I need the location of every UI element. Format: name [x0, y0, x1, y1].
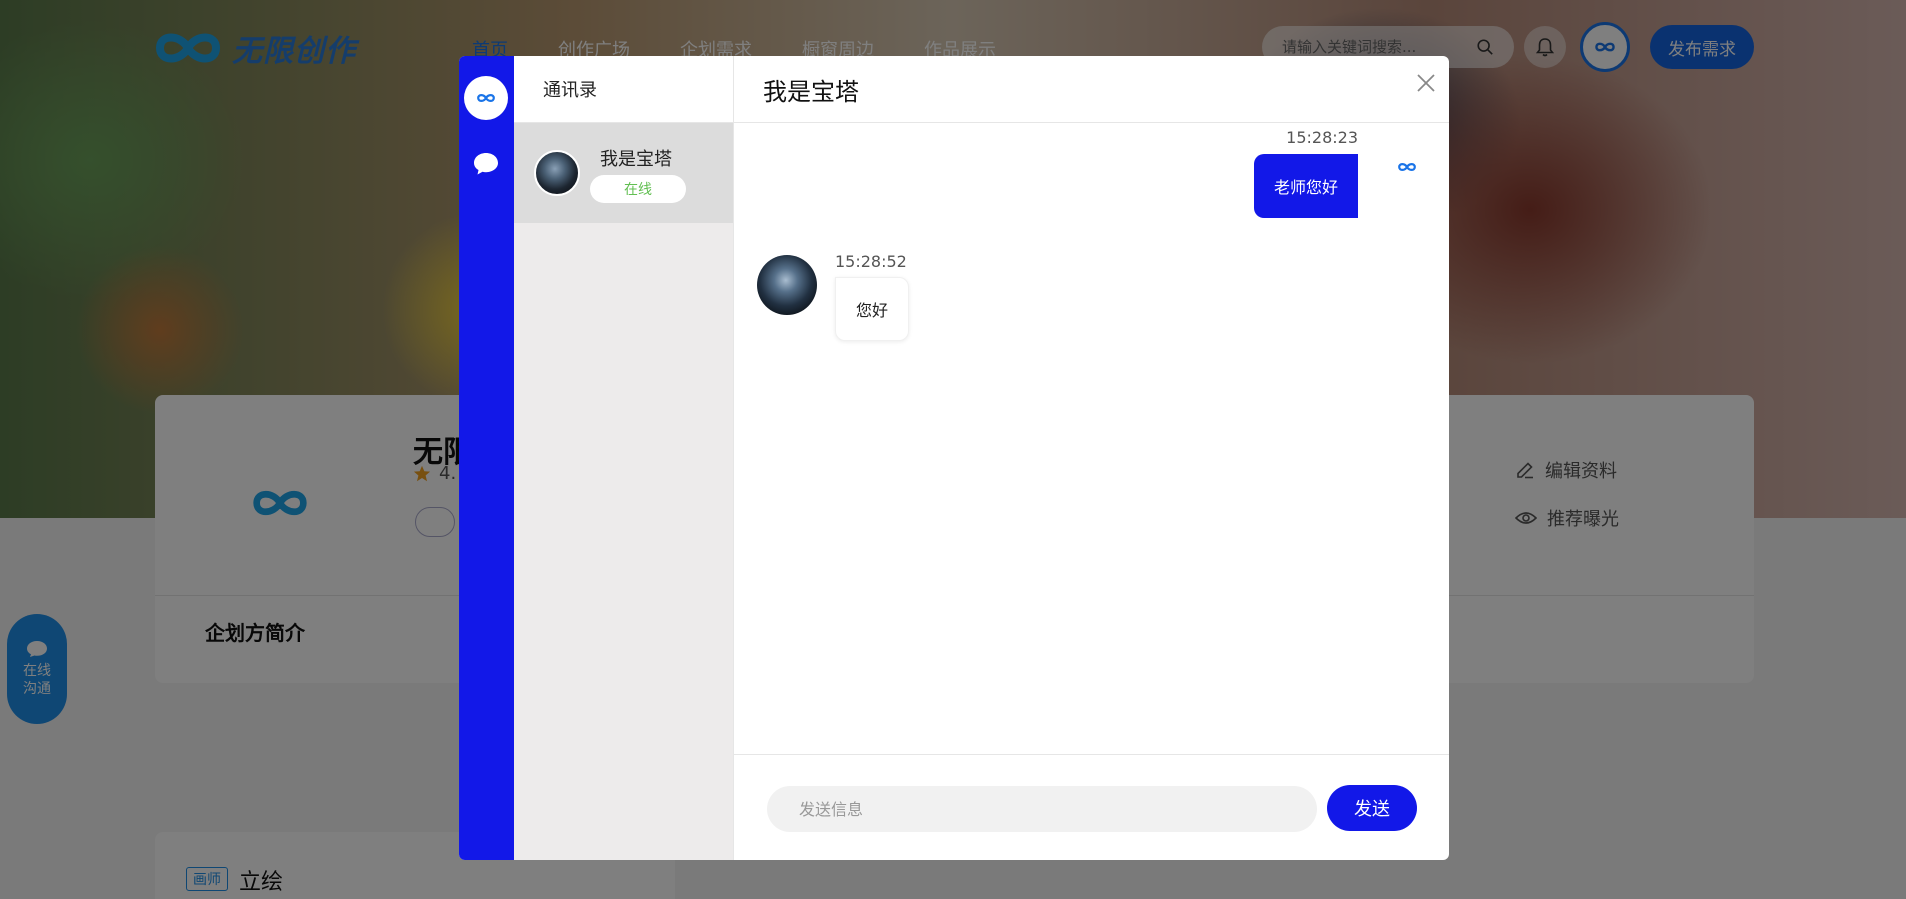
contact-item[interactable]: 我是宝塔 在线	[514, 123, 733, 223]
message-list: 15:28:23 老师您好 15:28:52 您好	[734, 124, 1449, 810]
conversation-panel: 我是宝塔 15:28:23 老师您好 15:28:52 您好 发送	[733, 56, 1449, 860]
contacts-title: 通讯录	[514, 56, 733, 123]
contact-name: 我是宝塔	[600, 149, 672, 170]
chat-bubble-icon[interactable]	[473, 152, 499, 176]
infinity-logo-icon	[1398, 162, 1416, 172]
message-input[interactable]	[767, 786, 1317, 832]
message-input-bar: 发送	[734, 754, 1449, 860]
send-button[interactable]: 发送	[1327, 785, 1417, 831]
sender-avatar	[1392, 152, 1422, 182]
message-timestamp: 15:28:23	[1286, 128, 1358, 147]
chat-modal: 通讯录 我是宝塔 在线 我是宝塔 15:28:23 老师您好 15:28:52 …	[459, 56, 1449, 860]
incoming-message: 您好	[835, 277, 910, 341]
close-icon[interactable]	[1415, 72, 1437, 94]
chat-side-rail	[459, 56, 514, 860]
contact-avatar	[534, 150, 580, 196]
contacts-panel: 通讯录 我是宝塔 在线	[514, 56, 733, 860]
infinity-logo-icon	[477, 93, 495, 103]
outgoing-message: 老师您好	[1253, 154, 1358, 218]
online-status-badge: 在线	[590, 175, 686, 203]
self-avatar[interactable]	[464, 76, 508, 120]
conversation-title: 我是宝塔	[734, 56, 1449, 123]
contact-avatar	[757, 255, 817, 315]
message-timestamp: 15:28:52	[835, 252, 907, 271]
